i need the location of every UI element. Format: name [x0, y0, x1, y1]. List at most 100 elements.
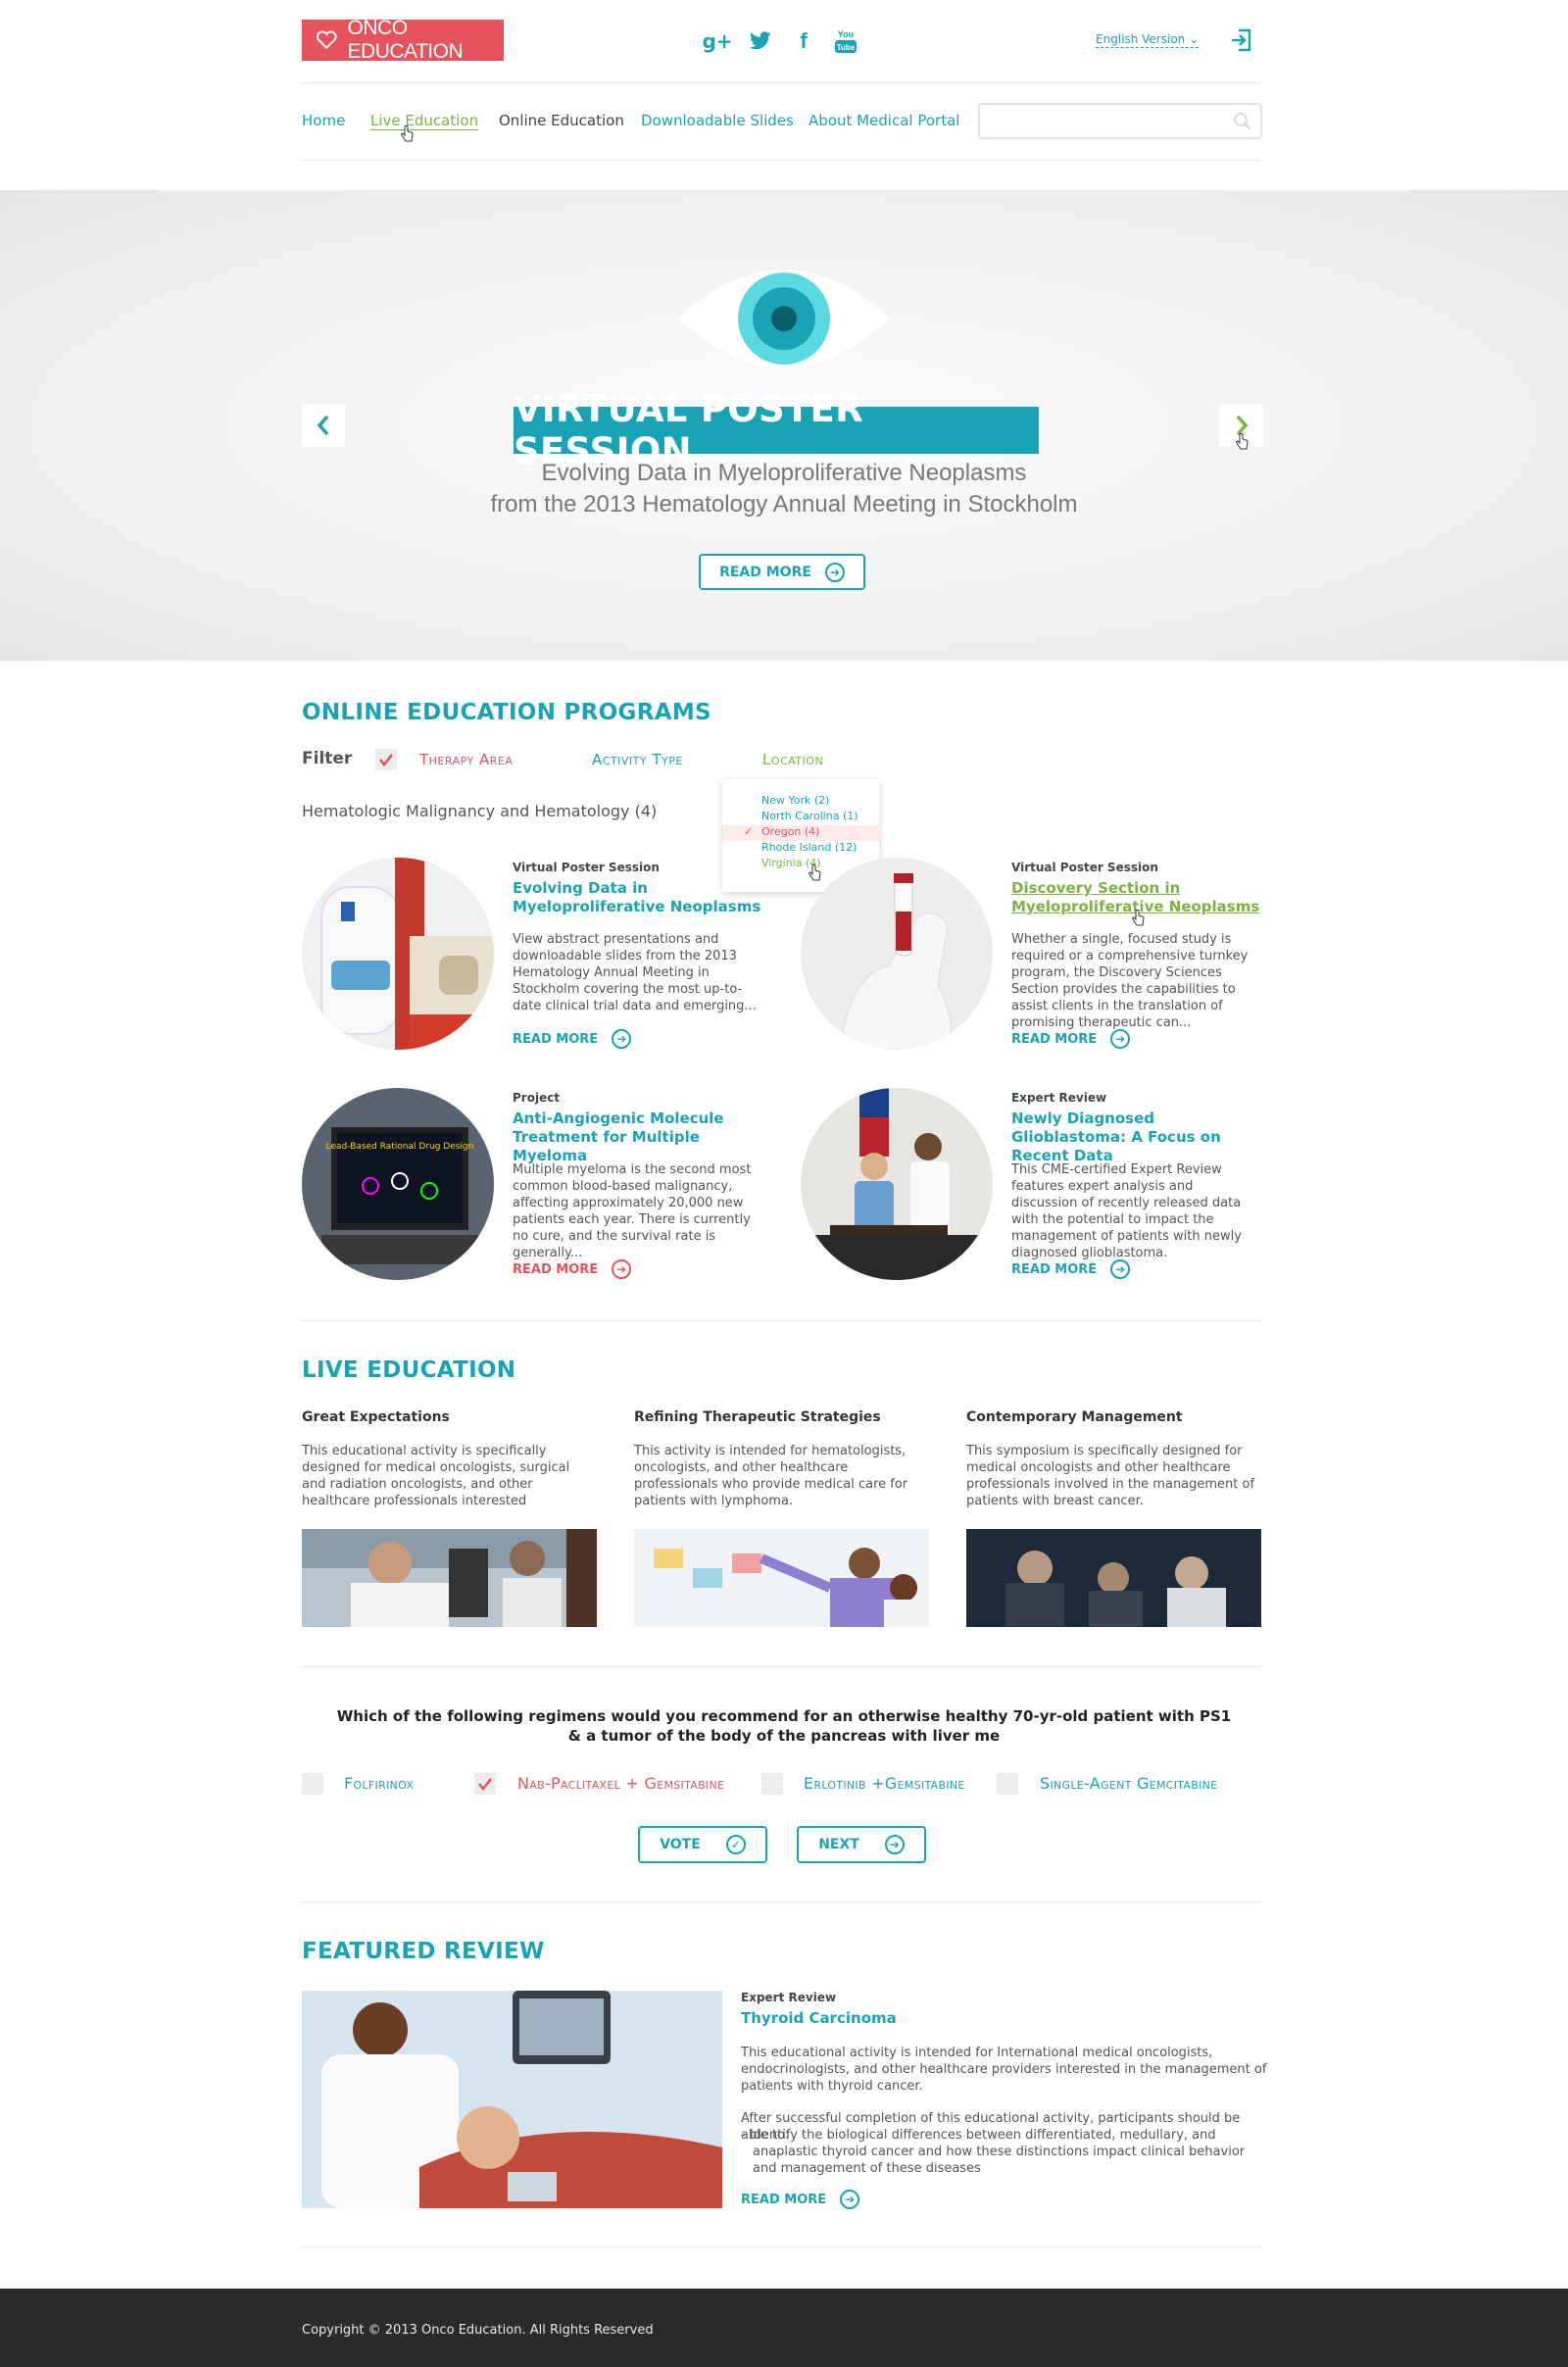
- hero-read-more-button[interactable]: READ MORE ➔: [699, 554, 865, 590]
- section-title-live: LIVE EDUCATION: [302, 1357, 516, 1383]
- featured-objective-item: - Identify the biological differences be…: [741, 2128, 1246, 2176]
- card-title-link[interactable]: Evolving Data in Myeloproliferative Neop…: [513, 879, 772, 916]
- arrow-right-icon: ➔: [612, 1259, 632, 1279]
- filter-checkbox[interactable]: [375, 749, 397, 770]
- arrow-right-icon: ➔: [1110, 1259, 1131, 1279]
- poll-checkbox-checked[interactable]: [474, 1773, 496, 1795]
- search-icon: [1234, 113, 1251, 130]
- program-image-blood-sample[interactable]: [801, 858, 993, 1050]
- poll-option-selected[interactable]: Nab-Paclitaxel + Gemsitabine: [517, 1774, 724, 1793]
- card-description: Multiple myeloma is the second most comm…: [513, 1162, 752, 1260]
- google-plus-icon[interactable]: g+: [702, 27, 732, 55]
- poll-checkbox[interactable]: [997, 1773, 1018, 1795]
- arrow-right-icon: ➔: [884, 1835, 905, 1854]
- check-icon: [378, 754, 394, 766]
- poll-question: Which of the following regimens would yo…: [336, 1707, 1232, 1745]
- live-image-audience[interactable]: [966, 1529, 1261, 1627]
- language-selector[interactable]: English Version ⌄: [1096, 32, 1200, 48]
- location-option-selected[interactable]: Oregon (4): [722, 825, 879, 841]
- featured-read-more-link[interactable]: READ MORE ➔: [741, 2190, 860, 2209]
- arrow-right-icon: ➔: [824, 562, 845, 582]
- card-title-link[interactable]: Anti-Angiogenic Molecule Treatment for M…: [513, 1110, 772, 1165]
- youtube-icon[interactable]: You Tube: [833, 27, 858, 55]
- location-option[interactable]: Rhode Island (12): [722, 841, 879, 857]
- section-title-programs: ONLINE EDUCATION PROGRAMS: [302, 700, 711, 725]
- divider: [302, 1320, 1262, 1321]
- poll-option[interactable]: Folfirinox: [344, 1774, 414, 1793]
- program-image-consultation[interactable]: [801, 1088, 993, 1280]
- eye-icon: [676, 260, 892, 381]
- divider: [302, 2246, 1262, 2247]
- read-more-label: READ MORE: [1011, 1031, 1098, 1047]
- card-read-more-link[interactable]: READ MORE ➔: [1011, 1259, 1131, 1279]
- featured-description: This educational activity is intended fo…: [741, 2046, 1267, 2094]
- card-read-more-link[interactable]: READ MORE ➔: [1011, 1029, 1131, 1049]
- svg-text:You: You: [838, 29, 854, 39]
- section-title-featured: FEATURED REVIEW: [302, 1939, 545, 1964]
- program-image-dialysis[interactable]: [302, 858, 494, 1050]
- read-more-label: READ MORE: [741, 2192, 827, 2207]
- live-item-title[interactable]: Great Expectations: [302, 1409, 450, 1425]
- facebook-icon[interactable]: f: [790, 27, 817, 55]
- language-label: English Version: [1096, 32, 1186, 46]
- divider: [302, 1901, 1262, 1902]
- read-more-label: READ MORE: [513, 1261, 599, 1277]
- card-description: View abstract presentations and download…: [513, 932, 757, 1013]
- filter-therapy-area[interactable]: Therapy Area: [419, 751, 513, 768]
- nav-online-education[interactable]: Online Education: [499, 112, 624, 129]
- logo[interactable]: ONCO EDUCATION: [302, 17, 504, 63]
- check-icon: [477, 1778, 493, 1791]
- nav-about-medical-portal[interactable]: About Medical Portal: [808, 112, 959, 129]
- button-label: VOTE: [660, 1837, 701, 1852]
- twitter-icon[interactable]: [747, 27, 774, 55]
- poll-option[interactable]: Erlotinib +Gemsitabine: [804, 1774, 965, 1793]
- card-title-link[interactable]: Newly Diagnosed Glioblastoma: A Focus on…: [1011, 1110, 1271, 1165]
- card-description: Whether a single, focused study is requi…: [1011, 932, 1249, 1030]
- heart-icon: [316, 30, 337, 50]
- card-read-more-link[interactable]: READ MORE ➔: [513, 1029, 632, 1049]
- live-item-description: This symposium is specifically designed …: [966, 1444, 1255, 1508]
- hand-cursor-icon: [401, 125, 415, 147]
- chevron-down-icon: ⌄: [1189, 32, 1200, 46]
- vote-button[interactable]: VOTE ✓: [638, 1826, 767, 1863]
- poll-checkbox[interactable]: [761, 1773, 783, 1795]
- nav-live-education[interactable]: Live Education: [370, 112, 479, 130]
- filter-location[interactable]: Location: [762, 751, 823, 768]
- category-label: Hematologic Malignancy and Hematology (4…: [302, 802, 658, 820]
- live-image-microscope[interactable]: [302, 1529, 597, 1627]
- location-option[interactable]: North Carolina (1): [722, 810, 879, 825]
- logo-text: ONCO EDUCATION: [347, 17, 464, 63]
- read-more-label: READ MORE: [1011, 1261, 1098, 1277]
- live-item-description: This educational activity is specificall…: [302, 1444, 570, 1508]
- poll-option[interactable]: Single-Agent Gemcitabine: [1040, 1774, 1217, 1793]
- live-item-title[interactable]: Refining Therapeutic Strategies: [634, 1409, 881, 1425]
- card-type: Expert Review: [1011, 1091, 1107, 1105]
- card-type: Virtual Poster Session: [1011, 861, 1158, 874]
- poll-checkbox[interactable]: [302, 1773, 323, 1795]
- hero-subtitle-2: from the 2013 Hematology Annual Meeting …: [490, 491, 1078, 518]
- live-image-whiteboard[interactable]: [634, 1529, 929, 1627]
- featured-image-ultrasound[interactable]: [302, 1991, 722, 2208]
- live-item-title[interactable]: Contemporary Management: [966, 1409, 1183, 1425]
- login-icon[interactable]: [1229, 27, 1254, 53]
- button-label: READ MORE: [719, 564, 811, 580]
- search-input[interactable]: [978, 103, 1262, 139]
- location-option[interactable]: New York (2): [722, 794, 879, 810]
- copyright-text: Copyright © 2013 Onco Education. All Rig…: [302, 2323, 654, 2338]
- next-button[interactable]: NEXT ➔: [797, 1826, 926, 1863]
- screen-caption: Lead-Based Rational Drug Design: [326, 1142, 474, 1152]
- card-read-more-link[interactable]: READ MORE ➔: [513, 1259, 632, 1279]
- hand-cursor-icon: [1132, 910, 1146, 931]
- featured-title-link[interactable]: Thyroid Carcinoma: [741, 2009, 1001, 2028]
- nav-home[interactable]: Home: [302, 112, 345, 129]
- filter-activity-type[interactable]: Activity Type: [592, 751, 683, 768]
- slider-prev-button[interactable]: [302, 404, 345, 447]
- divider: [302, 160, 1262, 161]
- hand-cursor-icon: [1236, 433, 1250, 455]
- program-image-laptop[interactable]: Lead-Based Rational Drug Design: [302, 1088, 494, 1280]
- arrow-right-icon: ➔: [612, 1029, 632, 1049]
- divider: [302, 82, 1262, 83]
- nav-downloadable-slides[interactable]: Downloadable Slides: [641, 112, 794, 129]
- filter-label: Filter: [302, 749, 353, 768]
- footer: Copyright © 2013 Onco Education. All Rig…: [0, 2289, 1568, 2367]
